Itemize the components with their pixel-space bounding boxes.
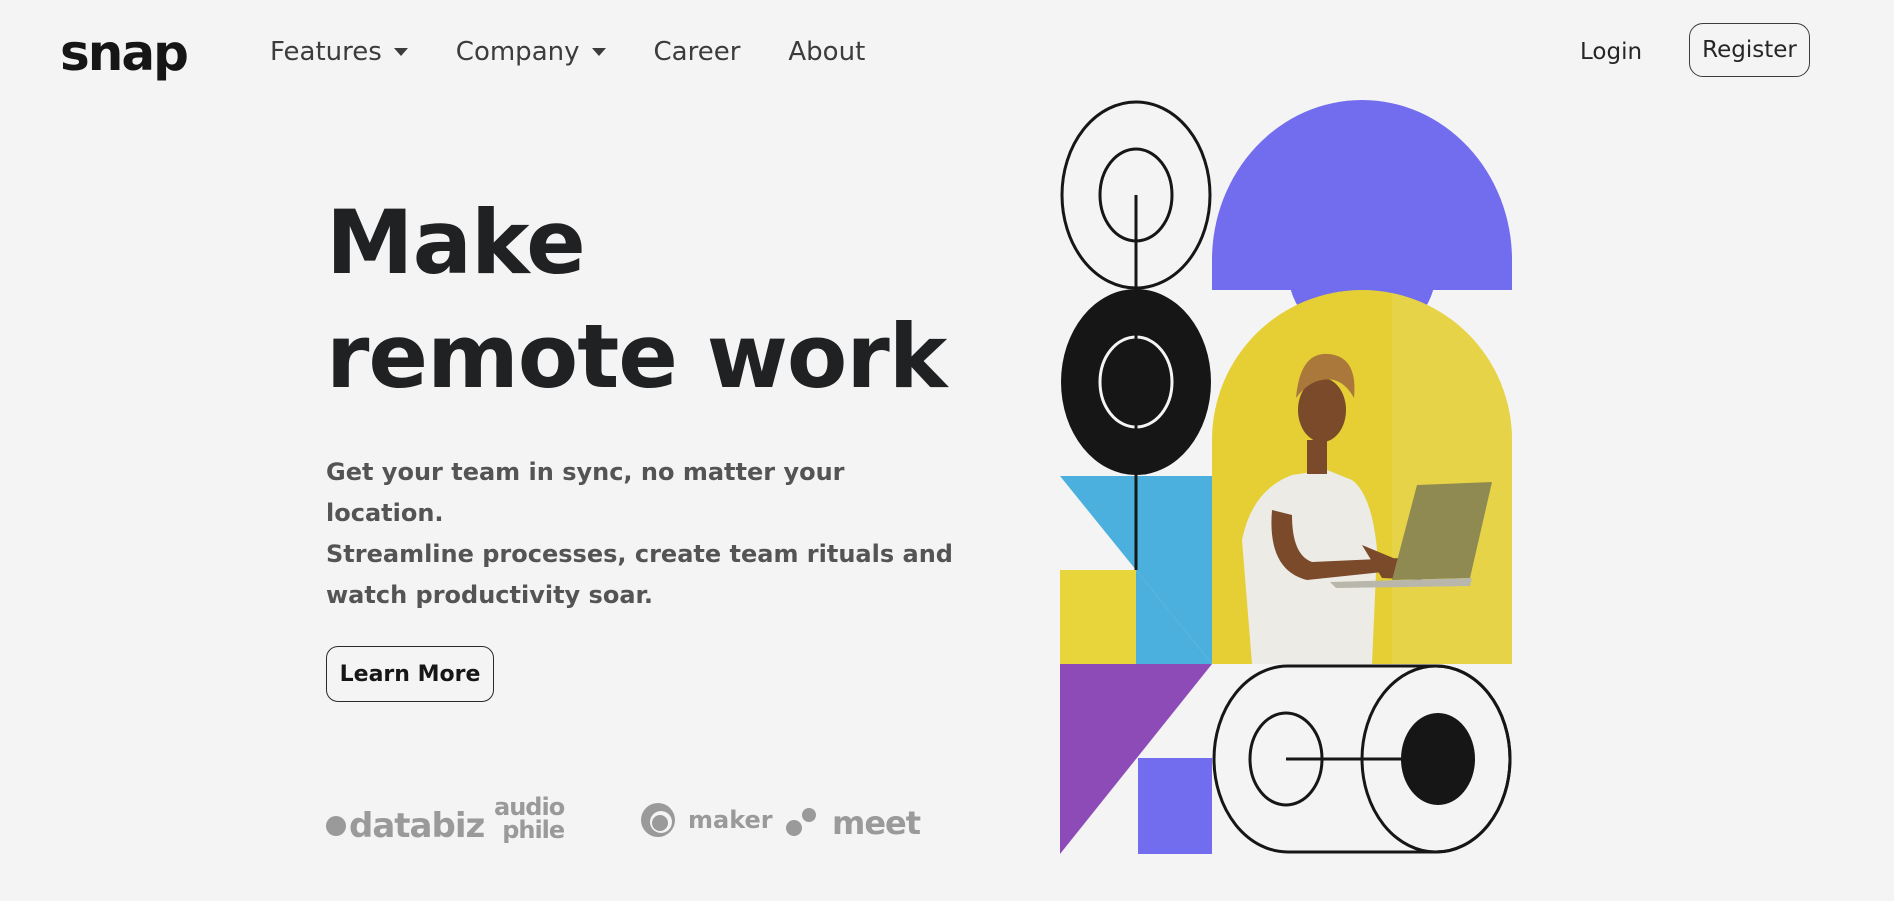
databiz-logo-icon xyxy=(326,816,346,836)
nav-item-label: Features xyxy=(270,37,382,67)
meet-logo-icon xyxy=(786,806,820,840)
audiophile-logo: audio phile xyxy=(494,795,565,844)
login-link[interactable]: Login xyxy=(1580,32,1642,72)
meet-logo-text: meet xyxy=(832,804,921,842)
maker-logo: maker xyxy=(640,802,773,838)
nav-item-company[interactable]: Company xyxy=(456,37,606,67)
black-dot-shape xyxy=(1401,713,1475,805)
caret-down-icon xyxy=(591,48,606,56)
hero-title: Make remote work xyxy=(326,186,947,414)
hero-illustration xyxy=(1060,100,1514,854)
hero-title-line: Make xyxy=(326,191,586,294)
nav-item-features[interactable]: Features xyxy=(270,37,408,67)
violet-square-shape xyxy=(1138,758,1212,854)
hero-photo xyxy=(1212,290,1512,664)
audiophile-logo-text: phile xyxy=(502,816,565,844)
nav-item-label: About xyxy=(788,37,866,67)
client-logos: databiz audio phile maker meet xyxy=(326,795,926,856)
hero-subtitle-line: Get your team in sync, no matter your lo… xyxy=(326,458,845,527)
databiz-logo-text: databiz xyxy=(349,806,485,846)
meet-logo: meet xyxy=(786,804,921,842)
databiz-logo: databiz xyxy=(326,806,485,846)
caret-down-icon xyxy=(393,48,408,56)
nav-item-label: Career xyxy=(653,37,741,67)
register-button[interactable]: Register xyxy=(1689,23,1810,77)
nav-item-about[interactable]: About xyxy=(788,37,865,67)
maker-logo-text: maker xyxy=(688,806,773,834)
learn-more-button[interactable]: Learn More xyxy=(326,646,494,702)
brand-logo[interactable]: snap xyxy=(60,22,189,84)
yellow-block-shape xyxy=(1060,570,1136,664)
hero-title-line: remote work xyxy=(326,305,947,408)
hero-subtitle-line: watch productivity soar. xyxy=(326,581,654,609)
hero-subtitle: Get your team in sync, no matter your lo… xyxy=(326,452,956,616)
maker-logo-icon xyxy=(641,803,675,837)
nav-item-career[interactable]: Career xyxy=(654,37,741,67)
main-nav: Features Company Career About xyxy=(270,32,913,72)
nav-item-label: Company xyxy=(455,37,580,67)
person-with-laptop-image xyxy=(1212,290,1512,664)
hero-subtitle-line: Streamline processes, create team ritual… xyxy=(326,540,953,568)
